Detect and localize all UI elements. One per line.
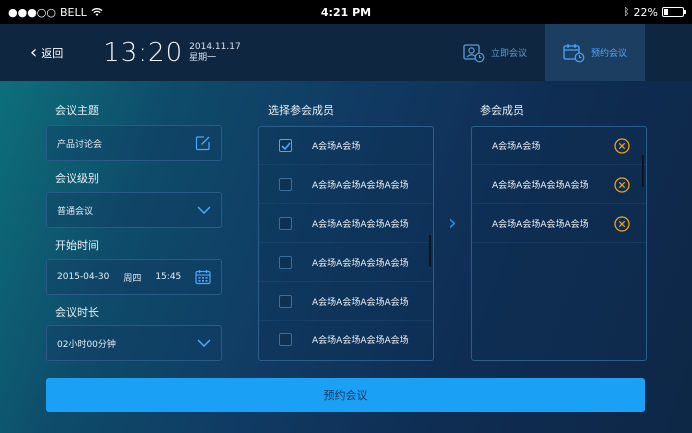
- checkbox[interactable]: [279, 217, 292, 230]
- start-time-picker[interactable]: 2015-04-30 周四 15:45: [46, 259, 222, 295]
- select-members-list[interactable]: A会场A会场 A会场A会场A会场A会场 A会场A会场A会场A会场 A会场A会场A…: [258, 126, 434, 361]
- calendar-icon[interactable]: [195, 269, 211, 285]
- check-icon: [280, 141, 291, 150]
- clock-weekday: 星期一: [189, 52, 217, 63]
- duration-select[interactable]: 02小时00分钟: [46, 325, 222, 361]
- schedule-meeting-button[interactable]: 预约会议: [46, 378, 645, 412]
- clock-date: 2014.11.17: [189, 41, 241, 52]
- scrollbar-thumb[interactable]: [642, 155, 644, 187]
- attendees-title: 参会成员: [480, 104, 524, 117]
- list-item: A会场A会场A会场A会场: [472, 166, 646, 204]
- clock: 13:20 2014.11.17 星期一: [103, 38, 240, 68]
- duration-label: 会议时长: [55, 306, 99, 319]
- list-item[interactable]: A会场A会场A会场A会场: [259, 166, 433, 204]
- list-item[interactable]: A会场A会场A会场A会场: [259, 283, 433, 321]
- start-time: 15:45: [155, 272, 182, 282]
- status-time: 4:21 PM: [320, 5, 372, 19]
- level-select[interactable]: 普通会议: [46, 192, 222, 228]
- battery-icon: [662, 7, 686, 17]
- member-name: A会场A会场A会场A会场: [312, 259, 409, 269]
- clock-time: 13:20: [103, 37, 184, 68]
- topic-label: 会议主题: [55, 104, 99, 117]
- chevron-down-icon: [197, 339, 211, 347]
- start-date: 2015-04-30: [57, 272, 110, 282]
- list-item[interactable]: A会场A会场A会场A会场: [259, 205, 433, 243]
- remove-circle-icon[interactable]: [614, 215, 630, 232]
- back-button[interactable]: ‹ 返回: [30, 41, 64, 63]
- wifi-icon: [91, 8, 103, 16]
- duration-value: 02小时00分钟: [57, 339, 116, 350]
- back-label: 返回: [41, 46, 64, 60]
- list-item[interactable]: A会场A会场A会场A会场: [259, 244, 433, 282]
- edit-icon[interactable]: [195, 135, 211, 151]
- attendee-name: A会场A会场A会场A会场: [492, 220, 589, 230]
- select-members-title: 选择参会成员: [268, 104, 334, 117]
- member-name: A会场A会场A会场A会场: [312, 181, 409, 191]
- scrollbar-thumb[interactable]: [429, 235, 431, 267]
- topic-value: 产品讨论会: [57, 139, 103, 150]
- main-content: 会议主题 产品讨论会 会议级别 普通会议 开始时间 2015-04-30 周四 …: [0, 81, 692, 433]
- checkbox-checked[interactable]: [279, 139, 292, 152]
- carrier-name: BELL: [60, 5, 87, 19]
- start-weekday: 周四: [123, 273, 142, 284]
- tab-schedule-meeting[interactable]: 预约会议: [545, 24, 645, 81]
- tab-schedule-meeting-label: 预约会议: [590, 49, 627, 59]
- list-item[interactable]: A会场A会场: [259, 127, 433, 165]
- level-value: 普通会议: [57, 206, 94, 217]
- list-item: A会场A会场A会场A会场: [472, 205, 646, 243]
- start-time-label: 开始时间: [55, 239, 99, 252]
- remove-circle-icon[interactable]: [614, 176, 630, 193]
- tab-instant-meeting-label: 立即会议: [490, 49, 527, 59]
- member-name: A会场A会场A会场A会场: [312, 298, 409, 308]
- calendar-clock-icon: [563, 43, 585, 62]
- level-label: 会议级别: [55, 172, 99, 185]
- status-bar: ●●●○○ BELL 4:21 PM ᛒ 22%: [0, 0, 692, 24]
- bluetooth-icon: ᛒ: [623, 6, 630, 18]
- list-item: A会场A会场: [472, 127, 646, 165]
- battery-fill: [664, 9, 668, 15]
- signal-icon: ●●●○○: [8, 5, 56, 19]
- tab-instant-meeting[interactable]: 立即会议: [445, 24, 545, 81]
- checkbox[interactable]: [279, 332, 292, 346]
- header-bar: ‹ 返回 13:20 2014.11.17 星期一 立即会议 预约会议: [0, 24, 692, 81]
- member-name: A会场A会场A会场A会场: [312, 220, 409, 230]
- clock-date-box: 2014.11.17 星期一: [189, 42, 241, 64]
- header-tabs: 立即会议 预约会议: [445, 24, 645, 81]
- member-name: A会场A会场: [312, 142, 361, 152]
- checkbox[interactable]: [279, 256, 292, 269]
- remove-circle-icon[interactable]: [614, 137, 630, 154]
- checkbox[interactable]: [279, 295, 292, 308]
- list-item[interactable]: A会场A会场A会场A会场: [259, 320, 433, 358]
- chevron-right-icon[interactable]: ›: [448, 213, 457, 235]
- attendee-name: A会场A会场A会场A会场: [492, 181, 589, 191]
- chevron-down-icon: [197, 206, 211, 214]
- status-right: ᛒ 22%: [623, 5, 686, 19]
- checkbox[interactable]: [279, 178, 292, 191]
- member-name: A会场A会场A会场A会场: [312, 335, 409, 346]
- topic-input[interactable]: 产品讨论会: [46, 125, 222, 161]
- chevron-left-icon: ‹: [30, 41, 38, 63]
- status-left: ●●●○○ BELL: [8, 6, 103, 19]
- attendees-list[interactable]: A会场A会场 A会场A会场A会场A会场 A会场A会场A会场A会场: [471, 126, 647, 361]
- instant-meeting-icon: [463, 43, 485, 62]
- attendee-name: A会场A会场: [492, 142, 541, 152]
- battery-percent: 22%: [633, 5, 658, 19]
